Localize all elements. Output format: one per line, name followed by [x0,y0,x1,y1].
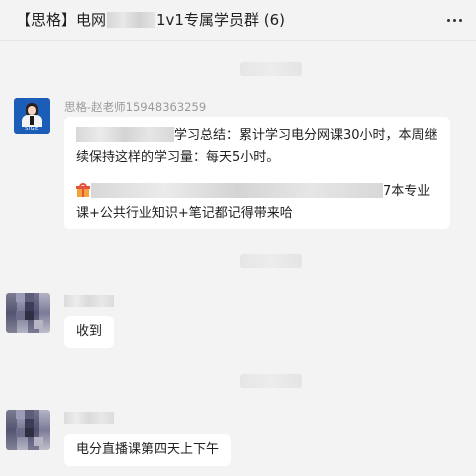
chat-header: 【思格】电网 1v1专属学员群 (6) [0,0,476,41]
gift-icon [76,183,90,197]
chat-title[interactable]: 【思格】电网 1v1专属学员群 (6) [16,10,285,30]
avatar[interactable]: SIGE [14,98,50,134]
message-paragraph: 7本专业 课+公共行业知识+笔记都记得带来哈 [76,181,442,225]
message-bubble[interactable]: 学习总结：累计学习电分网课30小时，本周继续保持这样的学习量：每天5小时。 7本… [64,117,450,229]
message-bubble[interactable]: 收到 [64,316,115,348]
message-text: 电分直播课第四天上下午 [76,442,220,457]
message-text: 课+公共行业知识+笔记都记得带来哈 [76,206,293,221]
timestamp [240,254,302,268]
timestamp [240,62,302,76]
redacted-text [107,12,156,28]
avatar[interactable] [6,410,50,450]
chat-title-prefix: 【思格】电网 [16,11,107,29]
redacted-text [76,127,174,142]
chat-title-suffix: 1v1专属学员群 (6) [156,11,285,29]
avatar-logo: SIGE [25,126,39,132]
sender-name [64,412,114,424]
sender-name [64,295,114,307]
redacted-text [91,183,383,198]
more-icon[interactable] [442,8,466,32]
message-paragraph: 学习总结：累计学习电分网课30小时，本周继续保持这样的学习量：每天5小时。 [76,125,442,169]
avatar[interactable] [6,293,50,333]
message-text: 7本专业 [383,184,431,199]
message-text: 收到 [76,324,103,339]
timestamp [240,374,302,388]
message-bubble[interactable]: 电分直播课第四天上下午 [64,434,232,466]
sender-name: 思格-赵老师15948363259 [64,100,207,114]
